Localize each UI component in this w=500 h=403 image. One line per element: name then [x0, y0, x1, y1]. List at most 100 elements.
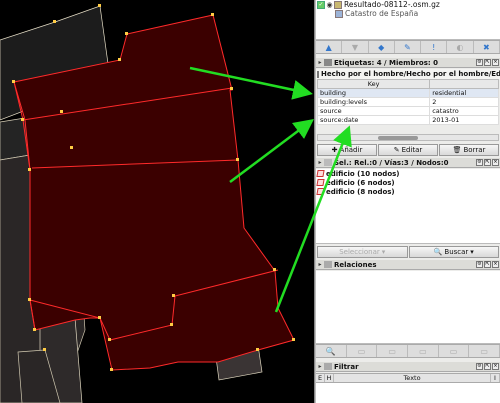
- column-text[interactable]: Texto: [334, 374, 491, 382]
- collapse-icon[interactable]: ▸: [316, 59, 324, 66]
- collapse-icon[interactable]: ▸: [316, 159, 324, 166]
- filter-icon: [324, 363, 332, 370]
- list-item[interactable]: edificio (8 nodos): [316, 187, 500, 196]
- close-icon[interactable]: ×: [492, 159, 499, 166]
- item-label: edificio (8 nodos): [326, 187, 395, 196]
- list-item[interactable]: edificio (6 nodos): [316, 178, 500, 187]
- add-button[interactable]: ✚ Añadir: [317, 144, 377, 156]
- selection-list[interactable]: edificio (10 nodos) edificio (6 nodos) e…: [316, 169, 500, 244]
- tag-value[interactable]: 2: [429, 97, 499, 107]
- relations-panel-title: Relaciones: [334, 260, 377, 269]
- selection-panel-title: Sel.: Rel.:0 / Vías:3 / Nodos:0: [334, 158, 449, 167]
- table-row[interactable]: building:levels 2: [316, 97, 499, 107]
- detach-icon[interactable]: ⇱: [484, 59, 491, 66]
- info-button[interactable]: !: [421, 41, 448, 53]
- tag-icon: [324, 59, 332, 66]
- download-relation-button[interactable]: ▭: [439, 345, 470, 357]
- settings-icon[interactable]: ⚙: [476, 59, 483, 66]
- tags-scrollbar[interactable]: [317, 134, 499, 141]
- map-view[interactable]: [0, 0, 314, 403]
- delete-layer-button[interactable]: ✖: [474, 41, 500, 53]
- layer-name: Resultado-08112-.osm.gz: [344, 0, 440, 9]
- filter-panel-header[interactable]: ▸ Filtrar ⚙ ⇱ ×: [316, 362, 500, 372]
- duplicate-relation-button[interactable]: ▭: [377, 345, 409, 357]
- settings-icon[interactable]: ⚙: [476, 261, 483, 268]
- edit-button[interactable]: ✎ Editar: [378, 144, 438, 156]
- tag-key[interactable]: building:levels: [316, 97, 431, 107]
- detach-icon[interactable]: ⇱: [484, 159, 491, 166]
- opacity-button[interactable]: ◐: [447, 41, 474, 53]
- edit-relation-button[interactable]: ▭: [347, 345, 378, 357]
- tag-value[interactable]: catastro: [429, 106, 499, 116]
- layer-row-active[interactable]: ✓ ◉ Resultado-08112-.osm.gz: [316, 0, 440, 9]
- tag-value[interactable]: 2013-01: [429, 115, 499, 125]
- collapse-icon[interactable]: ▸: [316, 363, 324, 370]
- map-canvas[interactable]: [0, 0, 314, 403]
- layers-toolbar: ▲ ▼ ◆ ✎ ! ◐ ✖: [316, 40, 500, 54]
- value-column-header[interactable]: [429, 79, 499, 89]
- imagery-icon: [335, 9, 343, 18]
- tag-value[interactable]: residential: [429, 88, 499, 98]
- duplicate-button[interactable]: ✎: [395, 41, 422, 53]
- way-icon: [316, 179, 325, 186]
- trash-icon: 🗑: [452, 146, 462, 154]
- relation-icon: [324, 261, 332, 268]
- layer-data-icon: [334, 0, 342, 9]
- tags-panel-header[interactable]: ▸ Etiquetas: 4 / Miembros: 0 ⚙ ⇱ ×: [316, 58, 500, 68]
- collapse-icon[interactable]: ▸: [316, 261, 324, 268]
- delete-label: Borrar: [463, 146, 486, 154]
- settings-icon[interactable]: ⚙: [476, 363, 483, 370]
- tags-table[interactable]: Key building residential building:levels 2…: [316, 79, 499, 125]
- pencil-icon: ✎: [393, 146, 400, 154]
- search-button[interactable]: 🔍 Buscar ▾: [408, 246, 499, 258]
- tags-panel-title: Etiquetas: 4 / Miembros: 0: [334, 58, 438, 67]
- selection-panel-header[interactable]: ▸ Sel.: Rel.:0 / Vías:3 / Nodos:0 ⚙ ⇱ ×: [316, 158, 500, 168]
- select-label: Seleccionar: [339, 248, 380, 256]
- column-h[interactable]: H: [325, 374, 334, 382]
- settings-icon[interactable]: ⚙: [476, 159, 483, 166]
- close-icon[interactable]: ×: [492, 59, 499, 66]
- detach-icon[interactable]: ⇱: [484, 363, 491, 370]
- table-row[interactable]: source catastro: [316, 106, 499, 116]
- delete-button[interactable]: 🗑 Borrar: [439, 144, 499, 156]
- tag-key[interactable]: source: [316, 106, 431, 116]
- item-label: edificio (10 nodos): [326, 169, 400, 178]
- search-relation-button[interactable]: 🔍: [316, 345, 347, 357]
- merge-layer-button[interactable]: ◆: [369, 41, 395, 53]
- select-relation-button[interactable]: ▭: [408, 345, 439, 357]
- column-i[interactable]: I: [491, 374, 500, 382]
- select-button[interactable]: Seleccionar ▾: [317, 246, 408, 258]
- close-icon[interactable]: ×: [492, 261, 499, 268]
- move-up-button[interactable]: ▲: [316, 41, 343, 53]
- relations-panel-header[interactable]: ▸ Relaciones ⚙ ⇱ ×: [316, 260, 500, 270]
- relations-list[interactable]: [316, 271, 500, 344]
- item-label: edificio (6 nodos): [326, 178, 395, 187]
- way-icon: [316, 170, 325, 177]
- list-item[interactable]: edificio (10 nodos): [316, 169, 500, 178]
- layer-row-imagery[interactable]: Catastro de España: [316, 9, 418, 18]
- scrollbar-thumb[interactable]: [378, 136, 418, 140]
- tag-key[interactable]: source:date: [316, 115, 431, 125]
- move-down-button[interactable]: ▼: [342, 41, 369, 53]
- table-row[interactable]: building residential: [316, 88, 499, 98]
- close-icon[interactable]: ×: [492, 363, 499, 370]
- filter-table-header: E H Texto I: [316, 373, 500, 383]
- filter-list[interactable]: [316, 383, 500, 403]
- plus-icon: ✚: [331, 146, 338, 154]
- key-column-header[interactable]: Key: [316, 79, 431, 89]
- table-row[interactable]: source:date 2013-01: [316, 115, 499, 125]
- filter-panel-title: Filtrar: [334, 362, 359, 371]
- eye-icon[interactable]: ◉: [325, 1, 334, 9]
- tag-key[interactable]: building: [316, 88, 431, 98]
- preset-label[interactable]: Hecho por el hombre/Hecho por el hombre/…: [316, 69, 500, 79]
- layers-list: ✓ ◉ Resultado-08112-.osm.gz Catastro de …: [316, 0, 500, 40]
- tags-buttons: ✚ Añadir ✎ Editar 🗑 Borrar: [316, 144, 500, 156]
- column-e[interactable]: E: [316, 374, 325, 382]
- check-icon[interactable]: ✓: [317, 0, 325, 9]
- chevron-down-icon: ▾: [381, 248, 386, 256]
- selection-icon: [324, 159, 332, 166]
- side-panel: ✓ ◉ Resultado-08112-.osm.gz Catastro de …: [316, 0, 500, 403]
- delete-relation-button[interactable]: ▭: [469, 345, 500, 357]
- selection-buttons: Seleccionar ▾ 🔍 Buscar ▾: [316, 246, 500, 258]
- detach-icon[interactable]: ⇱: [484, 261, 491, 268]
